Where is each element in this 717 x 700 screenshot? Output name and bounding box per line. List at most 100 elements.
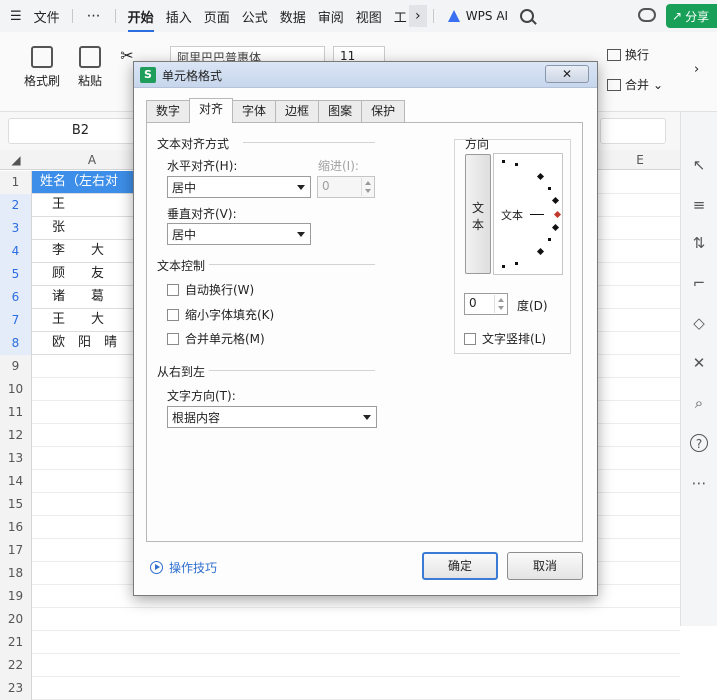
format-painter-icon: [31, 46, 53, 68]
row-header[interactable]: 2: [0, 194, 32, 217]
adjust-icon[interactable]: ≡: [690, 196, 708, 214]
ok-button[interactable]: 确定: [422, 552, 498, 580]
row-header[interactable]: 18: [0, 562, 32, 585]
paste-icon: [79, 46, 101, 68]
menu-bar: ☰ 文件 ⋯ 开始 插入 页面 公式 数据 审阅 视图 工 › WPS AI: [0, 0, 717, 32]
merge-icon: [607, 78, 621, 91]
pointer-icon[interactable]: ↖: [690, 156, 708, 174]
row-header[interactable]: 11: [0, 401, 32, 424]
row-header[interactable]: 13: [0, 447, 32, 470]
section-divider: [209, 370, 375, 371]
degree-stepper[interactable]: 0: [464, 293, 508, 315]
wps-ai-label: WPS AI: [465, 9, 509, 23]
text-control-section-title: 文本控制: [157, 259, 206, 273]
vertical-stack-checkbox[interactable]: 文字竖排(L): [464, 330, 546, 347]
hamburger-menu-icon[interactable]: ☰: [0, 9, 28, 24]
more-options-icon[interactable]: ⋯: [79, 8, 109, 24]
search-icon[interactable]: [520, 9, 535, 23]
row-header[interactable]: 9: [0, 355, 32, 378]
section-divider: [209, 264, 375, 265]
degree-label: 度(D): [517, 299, 548, 313]
close-icon[interactable]: ✕: [545, 65, 589, 83]
row-header[interactable]: 3: [0, 217, 32, 240]
row-header[interactable]: 4: [0, 240, 32, 263]
row-header[interactable]: 7: [0, 309, 32, 332]
text-direction-select[interactable]: 根据内容: [167, 406, 377, 428]
stepper-arrows-icon: [494, 295, 506, 313]
tab-page[interactable]: 页面: [198, 7, 236, 26]
help-tips-label: 操作技巧: [169, 561, 218, 575]
help-tips-link[interactable]: 操作技巧: [150, 559, 217, 576]
format-painter-button[interactable]: 格式刷: [22, 46, 62, 89]
orientation-dial[interactable]: 文本: [493, 153, 563, 275]
row-header[interactable]: 8: [0, 332, 32, 355]
file-menu[interactable]: 文件: [28, 7, 66, 26]
row-header[interactable]: 20: [0, 608, 32, 631]
row-header[interactable]: 1: [0, 171, 32, 194]
row-header[interactable]: 10: [0, 378, 32, 401]
sliders-icon[interactable]: ⇅: [690, 234, 708, 252]
row-header[interactable]: 12: [0, 424, 32, 447]
tab-alignment[interactable]: 对齐: [189, 98, 234, 123]
play-circle-icon: [150, 561, 163, 574]
row-header[interactable]: 14: [0, 470, 32, 493]
column-header-e[interactable]: E: [600, 150, 680, 170]
menu-divider: [114, 9, 116, 23]
format-cells-dialog: S 单元格格式 ✕ 数字 对齐 字体 边框 图案 保护 文本对齐方式 水平对齐(…: [133, 61, 598, 596]
right-sidebar: ↖ ≡ ⇅ ⌐ ◇ ✕ ⌕ ? ⋯: [680, 112, 717, 626]
crop-icon[interactable]: ⌐: [690, 274, 708, 292]
tab-pattern[interactable]: 图案: [318, 100, 363, 122]
cloud-icon[interactable]: [638, 8, 656, 22]
dial-tick: [548, 187, 551, 190]
wrap-text-button[interactable]: 换行: [607, 46, 649, 63]
merge-button[interactable]: 合并 ⌄: [607, 76, 663, 93]
wps-ai-button[interactable]: WPS AI: [447, 9, 509, 23]
shapes-icon[interactable]: ◇: [690, 314, 708, 332]
tab-insert[interactable]: 插入: [160, 7, 198, 26]
name-box[interactable]: B2: [8, 118, 153, 144]
tab-protection[interactable]: 保护: [361, 100, 406, 122]
merge-cells-checkbox[interactable]: 合并单元格(M): [167, 330, 265, 347]
tab-border[interactable]: 边框: [275, 100, 320, 122]
chevron-down-icon: [297, 185, 305, 190]
row-header[interactable]: 6: [0, 286, 32, 309]
row-header[interactable]: 22: [0, 654, 32, 677]
dialog-title-bar[interactable]: S 单元格格式 ✕: [134, 62, 597, 88]
corner-select-all[interactable]: ◢: [0, 150, 32, 170]
tools-icon[interactable]: ✕: [690, 354, 708, 372]
degree-value: 0: [469, 296, 477, 310]
vertical-align-value: 居中: [172, 228, 197, 242]
tab-tools[interactable]: 工: [388, 7, 407, 26]
tab-font[interactable]: 字体: [232, 100, 277, 122]
tab-data[interactable]: 数据: [274, 7, 312, 26]
tab-view[interactable]: 视图: [350, 7, 388, 26]
tab-review[interactable]: 审阅: [312, 7, 350, 26]
row-header[interactable]: 21: [0, 631, 32, 654]
tab-number[interactable]: 数字: [146, 100, 191, 122]
vertical-text-button[interactable]: 文 本: [465, 154, 491, 274]
share-button[interactable]: ↗ 分享: [666, 4, 717, 28]
row-header[interactable]: 15: [0, 493, 32, 516]
tab-home[interactable]: 开始: [122, 7, 160, 32]
cancel-button[interactable]: 取消: [507, 552, 583, 580]
text-direction-label: 文字方向(T):: [167, 389, 236, 403]
row-header[interactable]: 23: [0, 677, 32, 700]
row-header[interactable]: 19: [0, 585, 32, 608]
chevron-right-icon[interactable]: ›: [408, 5, 427, 27]
share-icon: ↗: [672, 9, 683, 23]
help-icon[interactable]: ?: [690, 434, 708, 452]
row-header[interactable]: 5: [0, 263, 32, 286]
row-header[interactable]: 17: [0, 539, 32, 562]
tab-formula[interactable]: 公式: [236, 7, 274, 26]
search-panel-icon[interactable]: ⌕: [690, 394, 708, 412]
paste-button[interactable]: 粘贴: [72, 46, 108, 89]
checkbox-box: [464, 332, 476, 345]
horizontal-align-select[interactable]: 居中: [167, 176, 311, 198]
shrink-to-fit-checkbox[interactable]: 缩小字体填充(K): [167, 306, 274, 323]
more-options-icon[interactable]: ⋯: [690, 474, 708, 492]
vertical-align-select[interactable]: 居中: [167, 223, 311, 245]
formula-input[interactable]: [600, 118, 666, 144]
ribbon-scroll-right-icon[interactable]: ›: [694, 62, 699, 77]
row-header[interactable]: 16: [0, 516, 32, 539]
wrap-text-checkbox[interactable]: 自动换行(W): [167, 281, 254, 298]
